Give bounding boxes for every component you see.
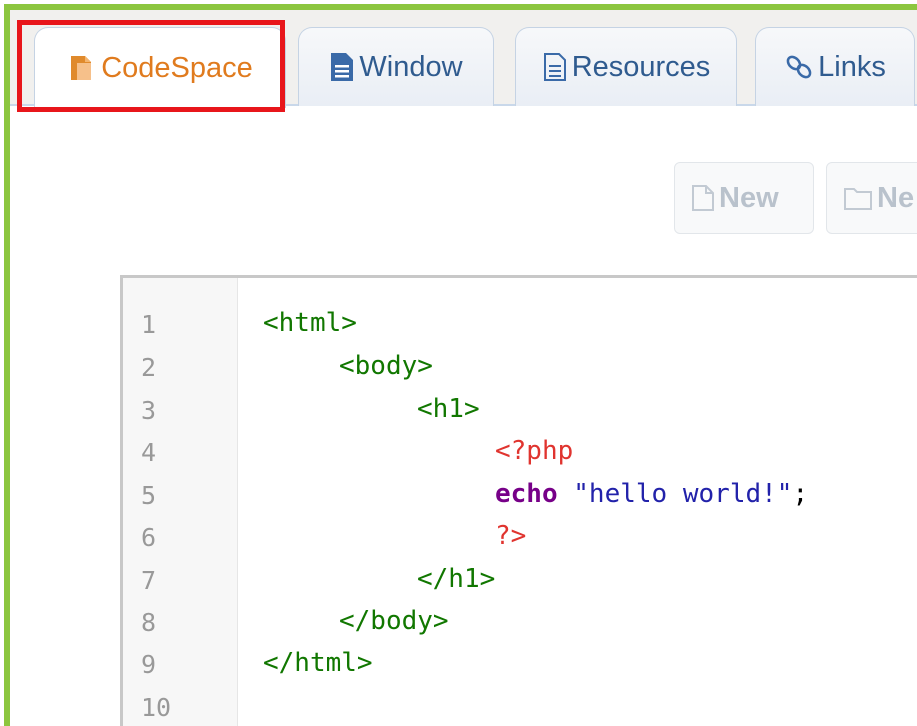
- line-number: 6: [141, 523, 157, 552]
- code-line: echo "hello world!";: [495, 479, 808, 509]
- resources-icon: [542, 52, 568, 82]
- folder-icon: [843, 185, 873, 211]
- code-line: </h1>: [417, 564, 495, 594]
- code-token: ?>: [495, 521, 527, 551]
- line-number: 10: [141, 693, 172, 722]
- codespace-icon: [67, 53, 97, 83]
- line-number: 2: [141, 353, 157, 382]
- tab-links[interactable]: Links: [755, 27, 915, 106]
- code-line: <body>: [339, 351, 433, 381]
- code-token: echo: [495, 479, 558, 509]
- line-number: 5: [141, 481, 157, 510]
- code-line: </html>: [263, 648, 373, 678]
- code-token: </h1>: [417, 564, 496, 594]
- new-file-icon: [691, 184, 715, 212]
- code-line: </body>: [339, 606, 449, 636]
- line-number: 7: [141, 566, 157, 595]
- line-number: 9: [141, 650, 157, 679]
- code-line: ?>: [495, 521, 526, 551]
- app-frame: CodeSpace Window Resources Links New Ne …: [4, 4, 917, 726]
- tab-window-label: Window: [359, 50, 463, 83]
- line-number: 4: [141, 438, 157, 467]
- tab-resources-label: Resources: [571, 50, 711, 83]
- line-number-gutter: 1 2 3 4 5 6 7 8 9 10: [123, 278, 238, 726]
- code-editor[interactable]: 1 2 3 4 5 6 7 8 9 10 <html> <body> <h1> <?php echo "h…: [120, 275, 917, 726]
- code-token: <body>: [339, 351, 433, 381]
- code-token: "hello world!": [573, 479, 793, 509]
- line-number: 3: [141, 396, 157, 425]
- code-line: <html>: [263, 308, 357, 338]
- code-token: ;: [792, 479, 809, 509]
- new-file-label: New: [719, 181, 779, 214]
- code-token: <html>: [263, 308, 357, 338]
- document-icon: [329, 52, 355, 82]
- line-number: 1: [141, 310, 157, 339]
- tab-codespace[interactable]: CodeSpace: [34, 27, 286, 108]
- code-token: </body>: [339, 606, 449, 636]
- line-number: 8: [141, 608, 157, 637]
- tab-codespace-label: CodeSpace: [101, 51, 253, 84]
- new-folder-button[interactable]: Ne: [826, 162, 917, 234]
- tab-window[interactable]: Window: [298, 27, 494, 106]
- new-folder-label: Ne: [877, 181, 915, 214]
- tab-links-label: Links: [818, 50, 886, 83]
- code-token: </html>: [263, 648, 373, 678]
- code-line: <?php: [495, 436, 573, 466]
- tab-bar: CodeSpace Window Resources Links: [10, 10, 917, 108]
- code-token: <h1>: [417, 394, 480, 424]
- code-token: <?php: [495, 436, 574, 466]
- link-icon: [784, 52, 814, 82]
- code-line: <h1>: [417, 394, 480, 424]
- new-file-button[interactable]: New: [674, 162, 814, 234]
- tab-resources[interactable]: Resources: [515, 27, 737, 106]
